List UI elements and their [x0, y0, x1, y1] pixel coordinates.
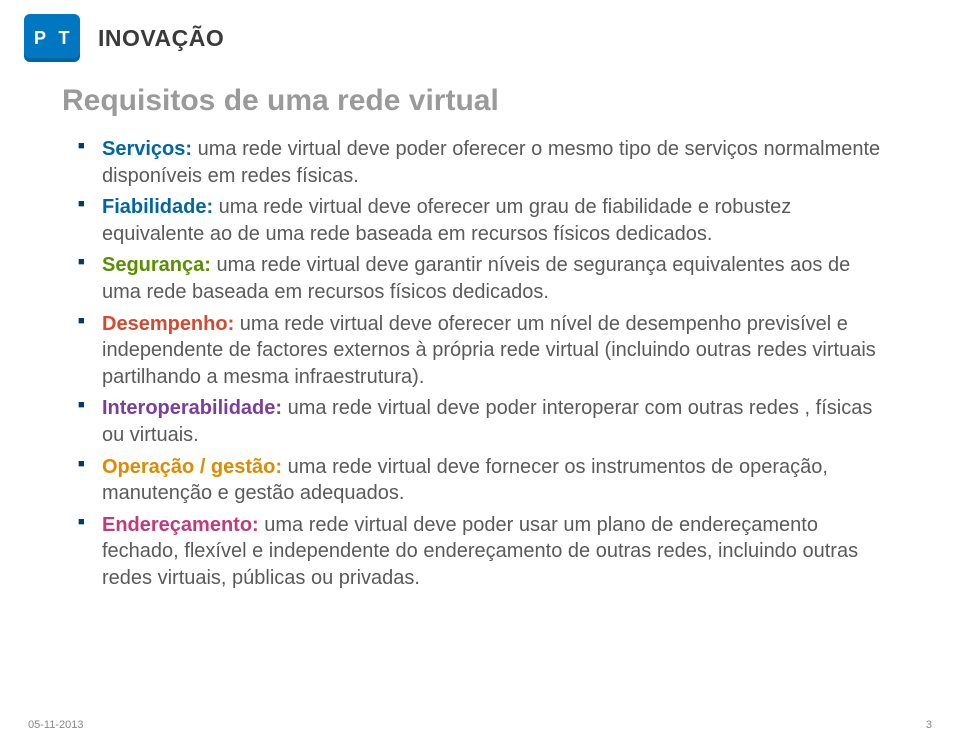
bullet-item: Serviços: uma rede virtual deve poder of…: [78, 136, 890, 189]
bullet-item: Segurança: uma rede virtual deve garanti…: [78, 252, 890, 305]
bullet-text: uma rede virtual deve garantir níveis de…: [102, 254, 850, 303]
footer-page: 3: [926, 719, 932, 731]
bullet-item: Interoperabilidade: uma rede virtual dev…: [78, 395, 890, 448]
bullet-keyword: Desempenho:: [102, 313, 234, 335]
bullet-item: Operação / gestão: uma rede virtual deve…: [78, 454, 890, 507]
pt-letter-p: P: [31, 29, 49, 47]
pt-letter-t: T: [55, 29, 73, 47]
bullet-keyword: Operação / gestão:: [102, 456, 282, 478]
slide-content: Serviços: uma rede virtual deve poder of…: [0, 136, 960, 592]
bullet-keyword: Endereçamento:: [102, 514, 259, 536]
bullet-keyword: Fiabilidade:: [102, 196, 213, 218]
footer-date: 05-11-2013: [28, 719, 83, 731]
bullet-list: Serviços: uma rede virtual deve poder of…: [78, 136, 890, 592]
bullet-keyword: Serviços:: [102, 138, 192, 160]
bullet-keyword: Segurança:: [102, 254, 211, 276]
slide-footer: 05-11-2013 3: [0, 719, 960, 731]
logo-word: INOVAÇÃO: [98, 25, 224, 52]
logo: P T INOVAÇÃO: [0, 0, 960, 62]
bullet-item: Fiabilidade: uma rede virtual deve ofere…: [78, 194, 890, 247]
page-title: Requisitos de uma rede virtual: [0, 62, 960, 136]
bullet-item: Desempenho: uma rede virtual deve oferec…: [78, 311, 890, 391]
bullet-text: uma rede virtual deve poder oferecer o m…: [102, 138, 880, 187]
bullet-item: Endereçamento: uma rede virtual deve pod…: [78, 512, 890, 592]
bullet-keyword: Interoperabilidade:: [102, 397, 282, 419]
pt-logo-icon: P T: [24, 14, 80, 62]
